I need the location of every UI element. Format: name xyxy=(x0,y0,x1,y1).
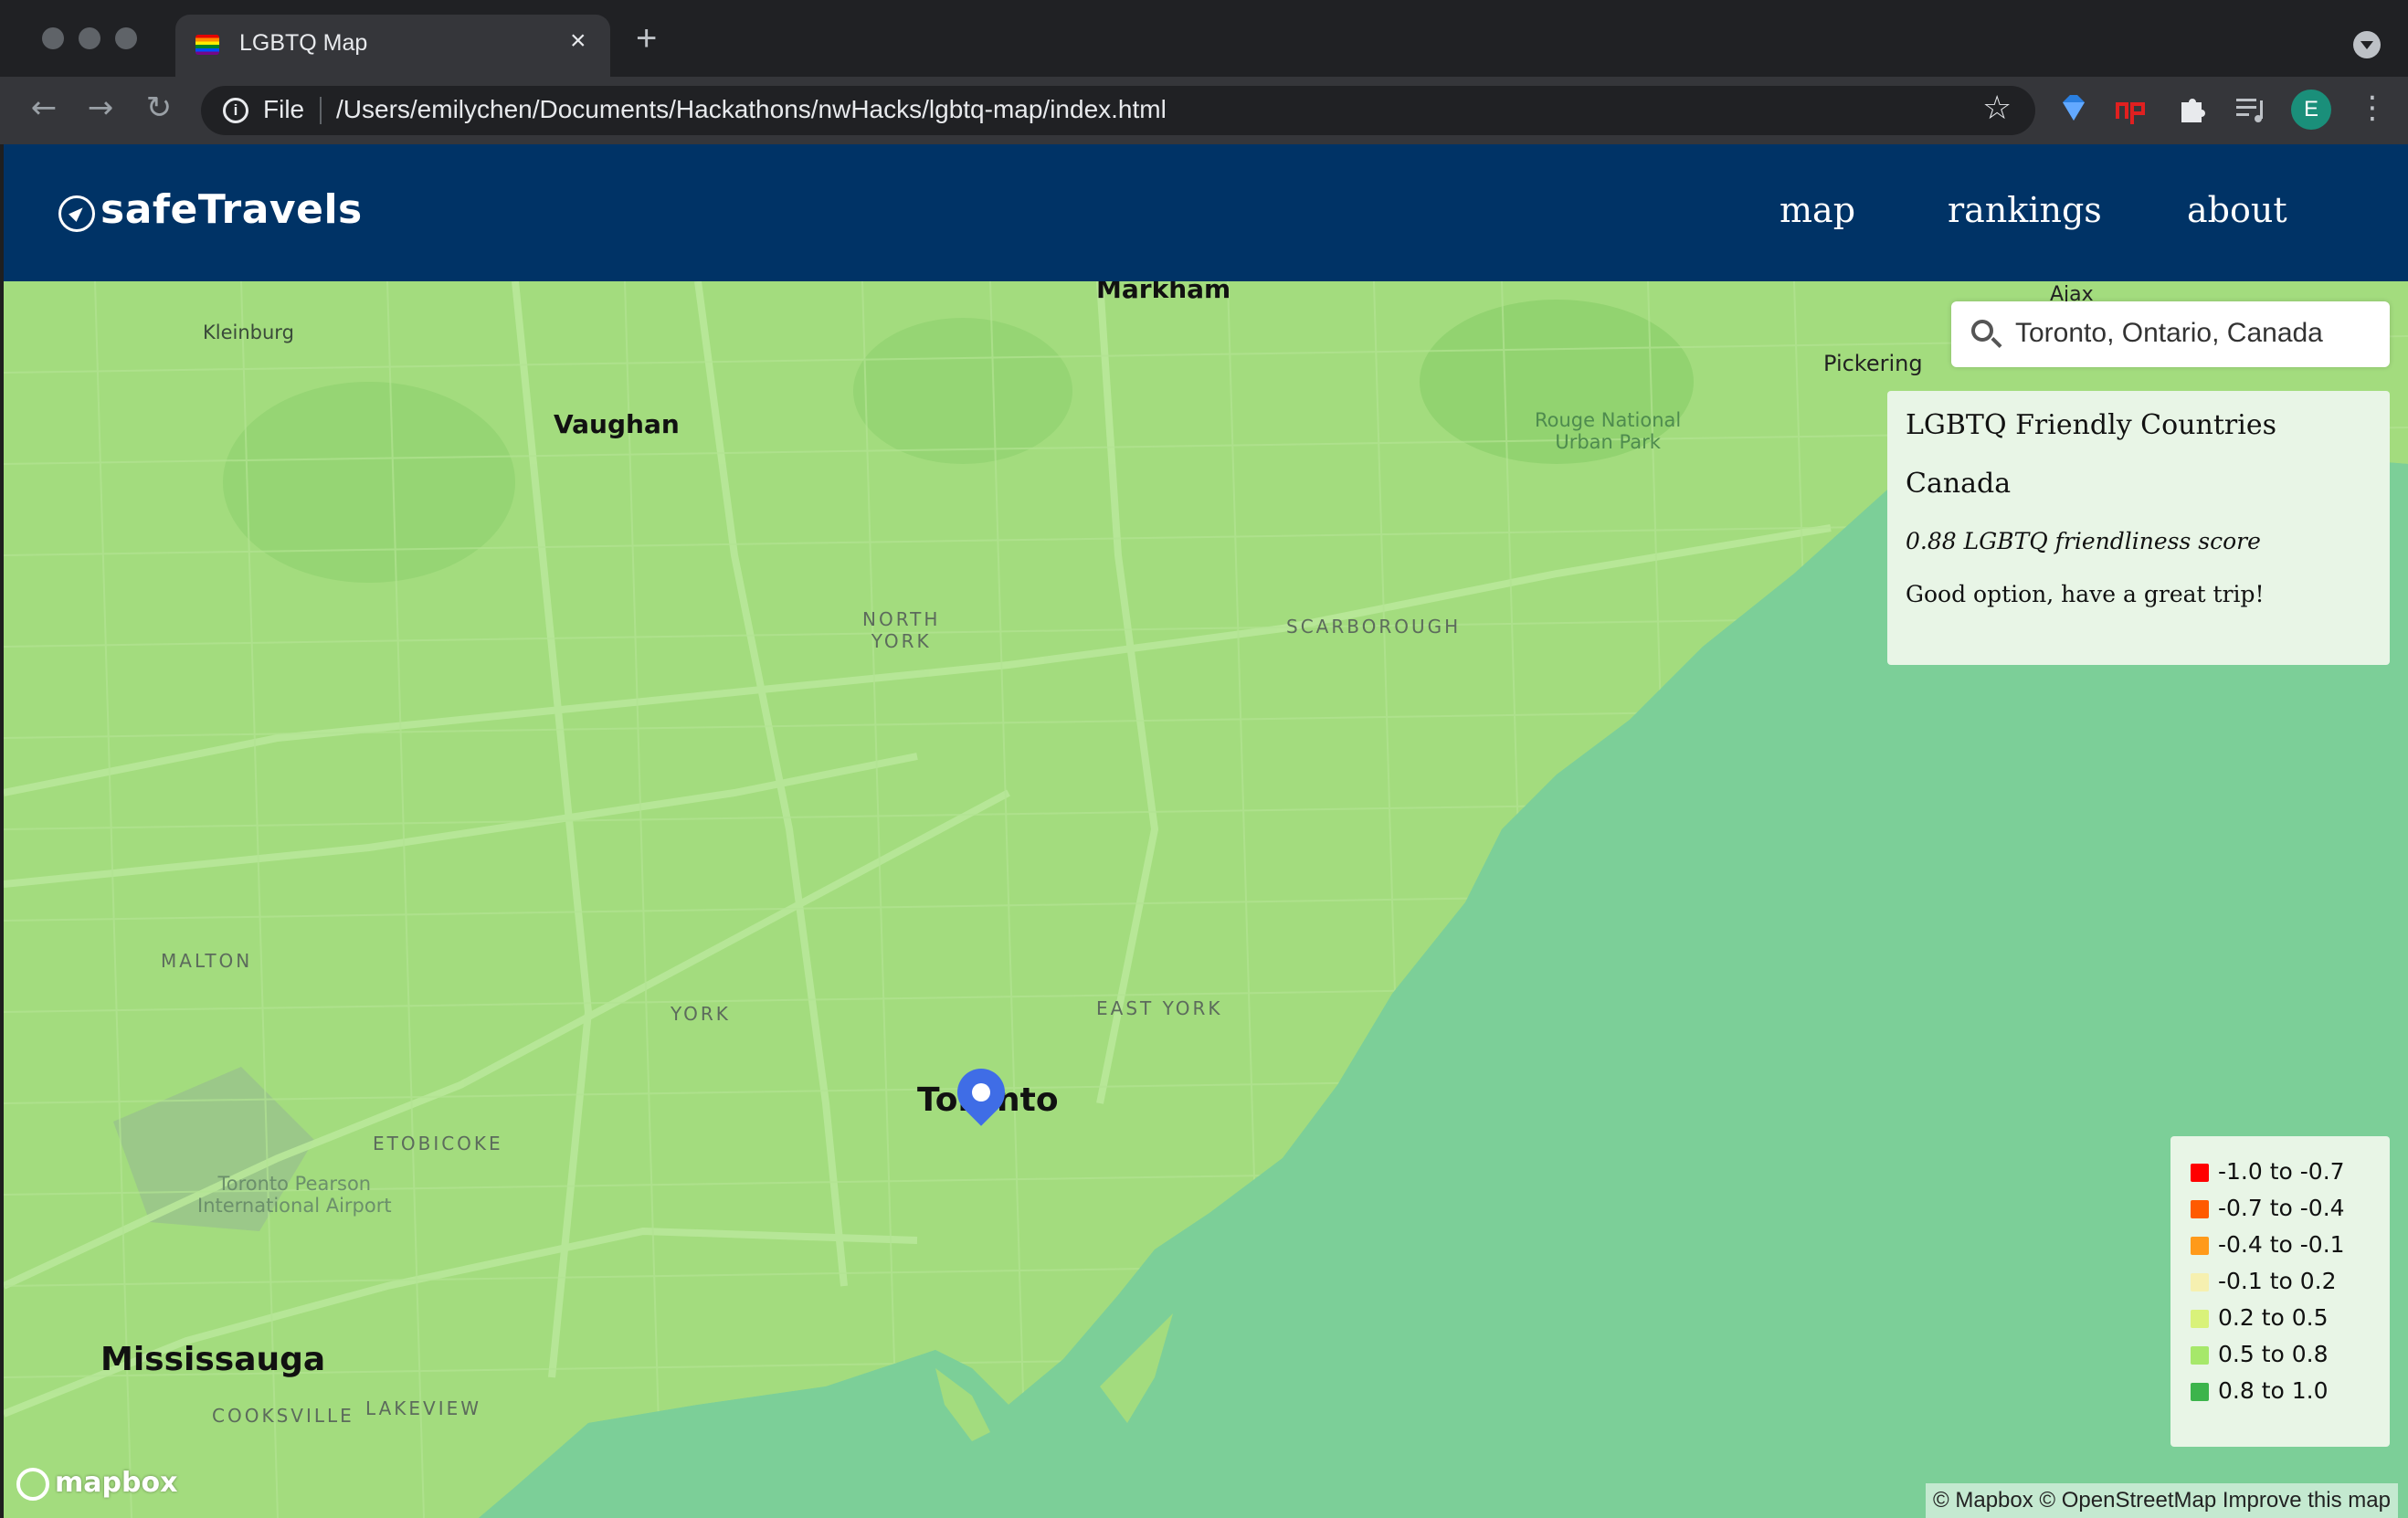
mapbox-logo-text: mapbox xyxy=(55,1467,178,1499)
legend-label: 0.2 to 0.5 xyxy=(2218,1304,2329,1331)
search-icon xyxy=(1971,320,1993,342)
rainbow-flag-icon xyxy=(195,35,219,55)
legend-swatch xyxy=(2191,1383,2209,1401)
place-label: Vaughan xyxy=(554,409,680,439)
info-score: 0.88 LGBTQ friendliness score xyxy=(1906,528,2261,554)
district-label: YORK xyxy=(671,1003,731,1025)
geocoder-search[interactable] xyxy=(1951,301,2390,367)
legend-label: -0.1 to 0.2 xyxy=(2218,1268,2337,1294)
compass-logo-icon xyxy=(58,195,95,232)
place-label: Pickering xyxy=(1823,351,1923,376)
search-input[interactable] xyxy=(2015,318,2381,349)
legend-swatch xyxy=(2191,1237,2209,1255)
bookmark-star-icon[interactable]: ☆ xyxy=(1982,90,2012,127)
url-text[interactable]: /Users/emilychen/Documents/Hackathons/nw… xyxy=(336,95,1167,124)
nav-link-rankings[interactable]: rankings xyxy=(1948,190,2102,230)
window-zoom-button[interactable] xyxy=(115,27,137,49)
info-panel-title: LGBTQ Friendly Countries xyxy=(1906,409,2276,441)
profile-avatar[interactable]: E xyxy=(2291,90,2331,130)
tab-close-icon[interactable]: × xyxy=(570,26,586,57)
info-country-name: Canada xyxy=(1906,468,2012,500)
district-label: LAKEVIEW xyxy=(365,1397,482,1419)
nav-link-map[interactable]: map xyxy=(1780,190,1855,230)
puzzle-extensions-icon[interactable] xyxy=(2176,91,2209,128)
country-info-panel: LGBTQ Friendly Countries Canada 0.88 LGB… xyxy=(1887,391,2390,665)
scheme-label: File xyxy=(263,95,305,123)
map-legend: -1.0 to -0.7 -0.7 to -0.4 -0.4 to -0.1 -… xyxy=(2170,1136,2390,1447)
window-minimize-button[interactable] xyxy=(79,27,100,49)
district-label: COOKSVILLE xyxy=(212,1405,354,1427)
mapbox-logo-icon xyxy=(16,1467,49,1501)
tab-title: LGBTQ Map xyxy=(239,30,368,56)
window-close-button[interactable] xyxy=(42,27,64,49)
district-label: MALTON xyxy=(161,950,253,972)
place-label: Kleinburg xyxy=(203,322,294,343)
mapbox-logo[interactable]: mapbox xyxy=(16,1467,177,1501)
district-label: NORTH YORK xyxy=(862,608,941,652)
np-extension-icon[interactable] xyxy=(2114,91,2152,128)
place-label: Mississauga xyxy=(100,1341,326,1378)
map-attribution[interactable]: © Mapbox © OpenStreetMap Improve this ma… xyxy=(1926,1483,2398,1518)
address-bar[interactable]: i File /Users/emilychen/Documents/Hackat… xyxy=(201,86,2035,135)
media-queue-icon[interactable] xyxy=(2233,91,2269,128)
back-arrow-icon[interactable]: ← xyxy=(24,88,64,128)
legend-swatch xyxy=(2191,1200,2209,1218)
legend-swatch xyxy=(2191,1164,2209,1182)
legend-label: 0.8 to 1.0 xyxy=(2218,1377,2329,1404)
gem-extension-icon[interactable] xyxy=(2057,91,2090,128)
info-message: Good option, have a great trip! xyxy=(1906,581,2265,607)
district-label: SCARBOROUGH xyxy=(1286,616,1462,638)
airport-label: Toronto Pearson International Airport xyxy=(197,1173,392,1217)
browser-tab[interactable]: LGBTQ Map × xyxy=(175,15,610,77)
place-label: Markham xyxy=(1096,281,1231,304)
brand-name[interactable]: safeTravels xyxy=(100,186,363,233)
legend-label: -0.7 to -0.4 xyxy=(2218,1195,2345,1221)
tab-search-icon[interactable] xyxy=(2353,31,2381,58)
place-label: Rouge National Urban Park xyxy=(1535,409,1682,453)
legend-label: 0.5 to 0.8 xyxy=(2218,1341,2329,1367)
info-icon[interactable]: i xyxy=(223,98,248,123)
legend-swatch xyxy=(2191,1346,2209,1365)
browser-menu-icon[interactable]: ⋮ xyxy=(2357,90,2388,126)
site-header: safeTravels map rankings about xyxy=(4,144,2408,281)
legend-label: -0.4 to -0.1 xyxy=(2218,1231,2345,1258)
legend-swatch xyxy=(2191,1273,2209,1291)
legend-swatch xyxy=(2191,1310,2209,1328)
page-viewport: safeTravels map rankings about Markham K… xyxy=(4,144,2408,1518)
forward-arrow-icon[interactable]: → xyxy=(80,88,121,128)
legend-label: -1.0 to -0.7 xyxy=(2218,1158,2345,1185)
address-separator xyxy=(320,97,322,124)
new-tab-button[interactable]: + xyxy=(636,20,657,57)
browser-titlebar: LGBTQ Map × + xyxy=(0,0,2408,77)
nav-link-about[interactable]: about xyxy=(2187,190,2287,230)
district-label: EAST YORK xyxy=(1096,997,1223,1019)
reload-icon[interactable]: ↻ xyxy=(139,88,179,128)
district-label: ETOBICOKE xyxy=(373,1133,503,1154)
